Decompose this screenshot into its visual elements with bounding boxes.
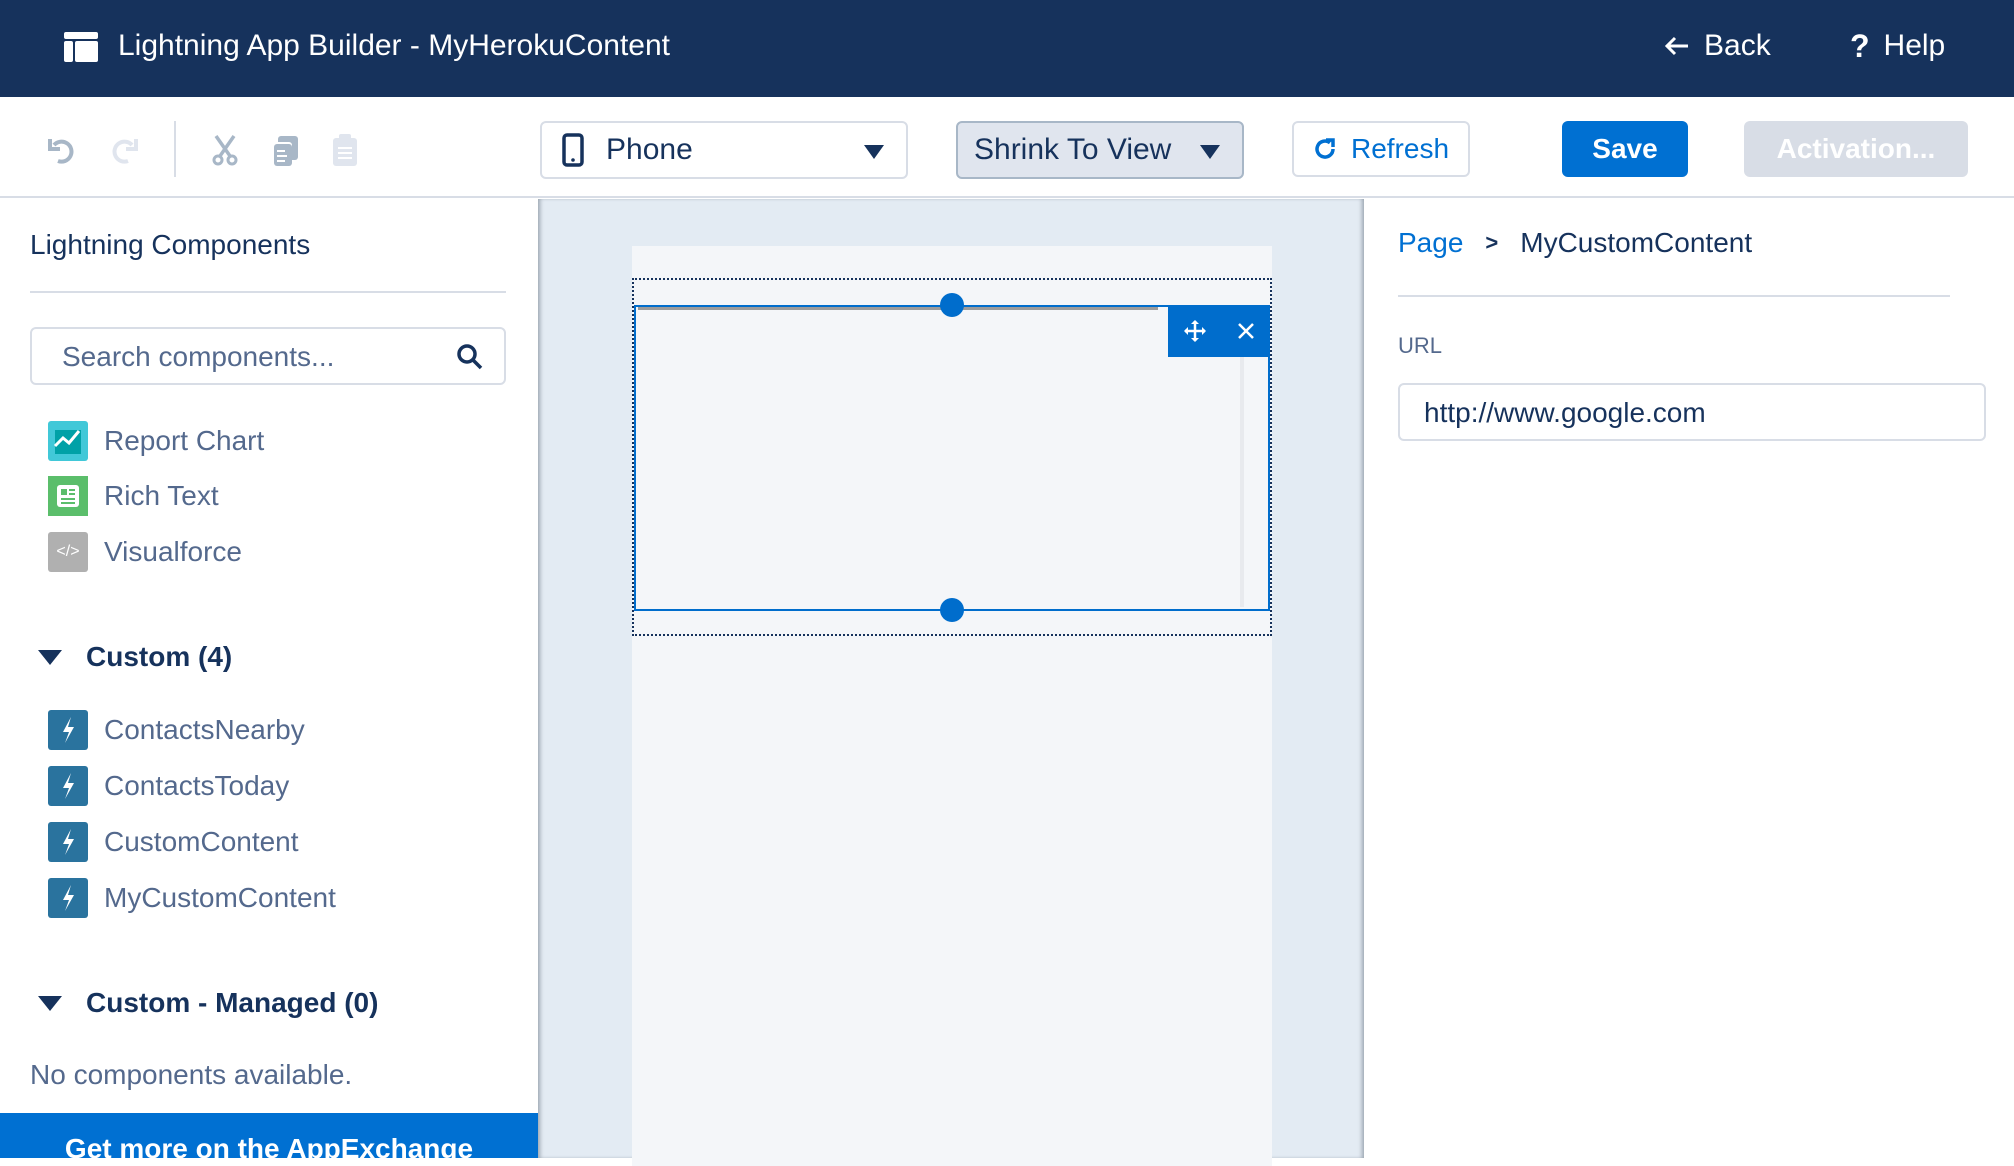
paste-icon[interactable] xyxy=(328,133,362,167)
back-label: Back xyxy=(1704,29,1771,62)
rich-text-icon xyxy=(48,476,88,516)
component-item-report-chart[interactable]: Report Chart xyxy=(48,421,264,461)
question-icon: ? xyxy=(1850,28,1870,64)
component-item-contactsnearby[interactable]: ContactsNearby xyxy=(48,710,305,750)
component-label: Report Chart xyxy=(104,425,265,456)
copy-icon[interactable] xyxy=(268,133,302,167)
component-controls xyxy=(1168,305,1270,357)
component-scrollbar[interactable] xyxy=(1240,357,1244,607)
refresh-label: Refresh xyxy=(1350,133,1450,164)
refresh-button[interactable]: Refresh xyxy=(1292,121,1470,177)
section-label: Custom (4) xyxy=(86,641,233,672)
component-item-customcontent[interactable]: CustomContent xyxy=(48,822,299,862)
move-icon[interactable] xyxy=(1183,320,1206,342)
app-header: Lightning App Builder - MyHerokuContent … xyxy=(0,0,2014,97)
search-icon[interactable] xyxy=(456,343,484,371)
report-chart-icon xyxy=(48,421,88,461)
phone-icon xyxy=(562,133,584,167)
breadcrumb-page-link[interactable]: Page xyxy=(1398,227,1463,259)
panel-title: Lightning Components xyxy=(30,229,311,260)
undo-icon[interactable] xyxy=(46,133,80,167)
lightning-bolt-icon xyxy=(48,878,88,918)
lightning-bolt-icon xyxy=(48,766,88,806)
component-label: ContactsNearby xyxy=(104,714,305,745)
section-custom-managed[interactable]: Custom - Managed (0) xyxy=(38,987,378,1019)
section-custom[interactable]: Custom (4) xyxy=(38,641,232,673)
component-item-mycustomcontent[interactable]: MyCustomContent xyxy=(48,878,336,918)
resize-handle-bottom[interactable] xyxy=(940,598,964,622)
component-item-rich-text[interactable]: Rich Text xyxy=(48,476,219,516)
breadcrumb: Page > MyCustomContent xyxy=(1398,227,1752,259)
activation-button[interactable]: Activation... xyxy=(1744,121,1968,177)
component-label: MyCustomContent xyxy=(104,882,336,913)
arrow-left-icon xyxy=(1664,36,1688,56)
zoom-select[interactable]: Shrink To View xyxy=(956,121,1244,179)
redo-icon[interactable] xyxy=(106,133,140,167)
breadcrumb-current: MyCustomContent xyxy=(1520,227,1753,258)
component-label: ContactsToday xyxy=(104,770,290,801)
close-icon[interactable] xyxy=(1237,322,1255,340)
component-item-visualforce[interactable]: </> Visualforce xyxy=(48,532,242,572)
component-top-border xyxy=(638,307,1158,310)
cut-icon[interactable] xyxy=(208,133,242,167)
component-item-contactstoday[interactable]: ContactsToday xyxy=(48,766,289,806)
panel-divider xyxy=(30,291,506,293)
visualforce-icon: </> xyxy=(48,532,88,572)
url-field xyxy=(1398,383,1986,441)
back-button[interactable]: Back xyxy=(1664,26,1771,66)
save-button[interactable]: Save xyxy=(1562,121,1688,177)
app-title: Lightning App Builder - MyHerokuContent xyxy=(118,29,670,62)
resize-handle-top[interactable] xyxy=(940,293,964,317)
url-input[interactable] xyxy=(1424,395,1964,431)
appexchange-button[interactable]: Get more on the AppExchange xyxy=(0,1113,538,1158)
chevron-down-icon xyxy=(1200,145,1220,159)
url-label: URL xyxy=(1398,333,1443,358)
component-label: Visualforce xyxy=(104,536,243,567)
lightning-bolt-icon xyxy=(48,822,88,862)
component-label: Rich Text xyxy=(104,480,219,511)
properties-panel: Page > MyCustomContent URL xyxy=(1364,199,2014,1158)
chevron-down-icon xyxy=(864,145,884,159)
empty-message: No components available. xyxy=(30,1059,353,1090)
zoom-select-value: Shrink To View xyxy=(974,133,1172,166)
selected-component[interactable] xyxy=(634,305,1270,611)
device-select-value: Phone xyxy=(606,133,693,166)
toolbar-divider xyxy=(174,121,176,177)
panel-divider xyxy=(1398,295,1950,297)
refresh-icon xyxy=(1315,138,1335,159)
search-components xyxy=(30,327,506,385)
device-select[interactable]: Phone xyxy=(540,121,908,179)
toolbar: Phone Shrink To View Refresh Save Activa… xyxy=(0,97,2014,198)
components-panel: Lightning Components Report Chart Rich T… xyxy=(0,199,538,1158)
help-label: Help xyxy=(1883,29,1946,62)
breadcrumb-separator: > xyxy=(1485,230,1499,255)
page-canvas xyxy=(538,199,1364,1166)
lightning-bolt-icon xyxy=(48,710,88,750)
search-input[interactable] xyxy=(62,339,442,375)
chevron-down-icon xyxy=(38,995,62,1011)
chevron-down-icon xyxy=(38,649,62,665)
component-label: CustomContent xyxy=(104,826,299,857)
app-builder-icon xyxy=(64,32,98,62)
section-label: Custom - Managed (0) xyxy=(86,987,379,1018)
help-button[interactable]: ? Help xyxy=(1850,26,1945,66)
